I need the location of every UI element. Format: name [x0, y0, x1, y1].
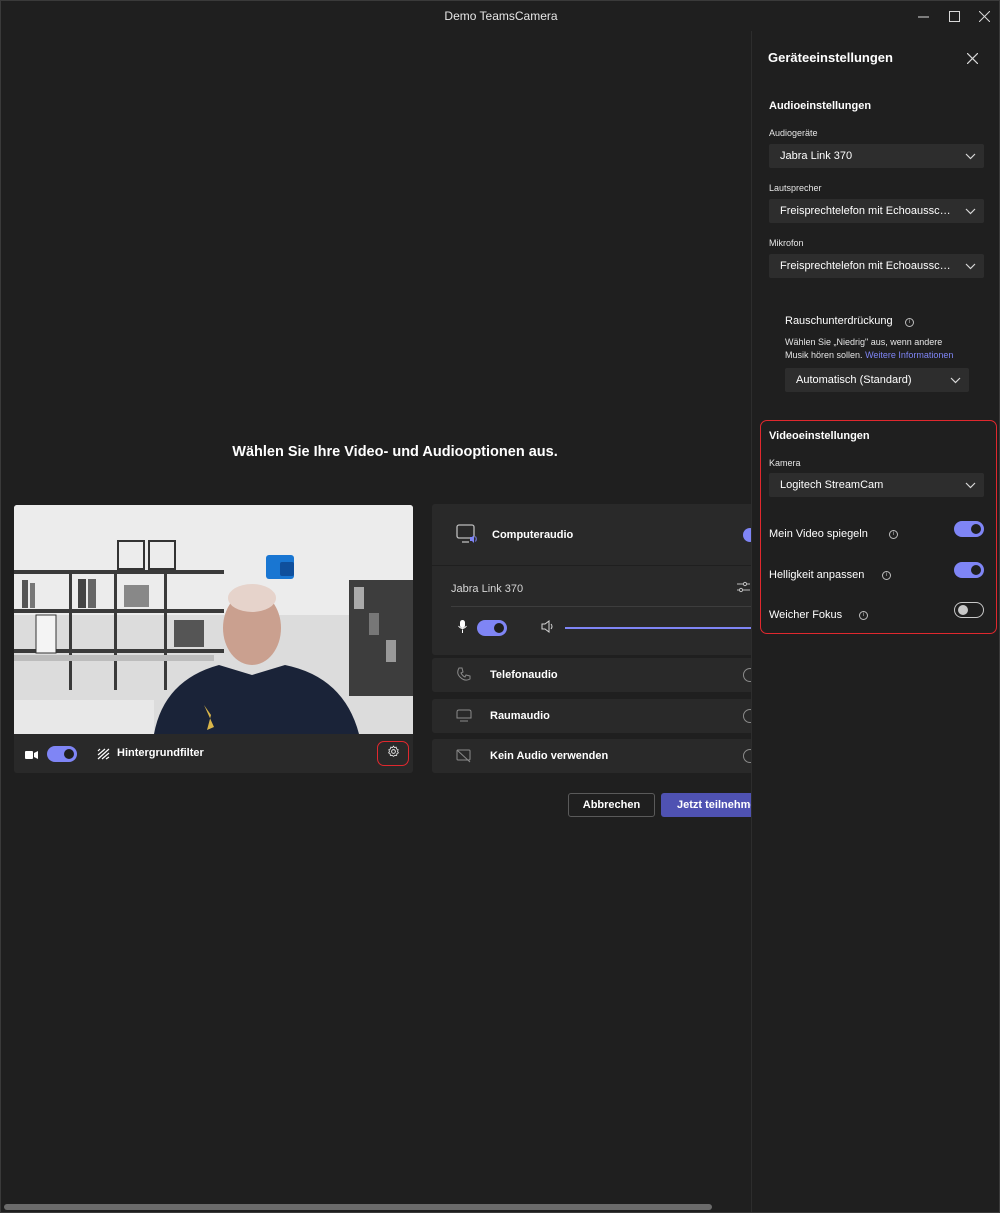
noise-desc-text: Musik hören sollen.	[785, 350, 863, 360]
microphone-value: Freisprechtelefon mit Echoausschaltung	[780, 260, 952, 272]
horizontal-scrollbar[interactable]	[4, 1204, 712, 1210]
camera-select[interactable]: Logitech StreamCam	[769, 473, 984, 497]
audio-devices-value: Jabra Link 370	[780, 150, 853, 162]
panel-title: Geräteeinstellungen	[768, 50, 893, 65]
audio-devices-label: Audiogeräte	[769, 128, 818, 138]
mirror-video-toggle[interactable]	[954, 521, 984, 537]
device-settings-button[interactable]	[377, 741, 409, 766]
noise-suppression-select[interactable]: Automatisch (Standard)	[785, 368, 969, 392]
speaker-select[interactable]: Freisprechtelefon mit Echoausschaltung	[769, 199, 984, 223]
speaker-value: Freisprechtelefon mit Echoausschaltung	[780, 205, 952, 217]
device-divider	[451, 606, 751, 607]
minimize-icon[interactable]	[913, 7, 933, 25]
brightness-label: Helligkeit anpassen	[769, 569, 865, 581]
close-panel-icon[interactable]	[966, 51, 979, 69]
camera-value: Logitech StreamCam	[780, 479, 884, 491]
audio-settings-heading: Audioeinstellungen	[769, 100, 872, 112]
background-filter-label[interactable]: Hintergrundfilter	[117, 747, 204, 759]
camera-preview	[14, 505, 413, 734]
noise-suppression-value: Automatisch (Standard)	[796, 374, 912, 386]
mirror-video-label: Mein Video spiegeln	[769, 528, 868, 540]
page-heading: Wählen Sie Ihre Video- und Audiooptionen…	[232, 444, 558, 460]
microphone-label: Mikrofon	[769, 238, 804, 248]
room-audio-radio[interactable]	[743, 709, 751, 723]
camera-toggle[interactable]	[47, 746, 77, 762]
window-title: Demo TeamsCamera	[444, 9, 558, 23]
camera-icon	[25, 747, 38, 765]
speaker-volume-icon	[541, 620, 555, 638]
noise-suppression-desc: Wählen Sie „Niedrig" aus, wenn andere	[785, 337, 943, 347]
cancel-button[interactable]: Abbrechen	[568, 793, 655, 817]
computer-audio-selected-icon	[743, 528, 751, 542]
prejoin-main: Wählen Sie Ihre Video- und Audiooptionen…	[1, 31, 751, 1212]
device-settings-panel: Geräteeinstellungen Audioeinstellungen A…	[751, 31, 999, 1212]
no-audio-option[interactable]: Kein Audio verwenden	[432, 739, 751, 773]
audio-device-settings-icon[interactable]	[737, 581, 750, 599]
info-icon[interactable]: i	[889, 530, 898, 539]
audio-device-name: Jabra Link 370	[451, 583, 524, 595]
microphone-select[interactable]: Freisprechtelefon mit Echoausschaltung	[769, 254, 984, 278]
speaker-label: Lautsprecher	[769, 183, 822, 193]
no-audio-label: Kein Audio verwenden	[490, 750, 609, 762]
info-icon[interactable]: i	[905, 318, 914, 327]
close-window-icon[interactable]	[974, 7, 994, 25]
no-audio-radio[interactable]	[743, 749, 751, 763]
gear-icon	[387, 744, 400, 763]
phone-icon	[456, 667, 471, 687]
chevron-down-icon	[965, 259, 976, 277]
chevron-down-icon	[965, 149, 976, 167]
computer-audio-card[interactable]: Computeraudio Jabra Link 370	[432, 504, 751, 655]
phone-audio-radio[interactable]	[743, 668, 751, 682]
soft-focus-toggle[interactable]	[954, 602, 984, 618]
noise-suppression-title: Rauschunterdrückung	[785, 315, 893, 327]
volume-slider[interactable]	[565, 627, 751, 629]
soft-focus-label: Weicher Fokus	[769, 609, 843, 621]
background-filter-icon	[97, 747, 110, 765]
more-info-link[interactable]: Weitere Informationen	[865, 350, 953, 360]
room-audio-label: Raumaudio	[490, 710, 550, 722]
chevron-down-icon	[965, 204, 976, 222]
microphone-icon	[458, 620, 467, 638]
phone-audio-option[interactable]: Telefonaudio	[432, 658, 751, 692]
video-preview-card: Hintergrundfilter	[14, 505, 413, 773]
computer-audio-label: Computeraudio	[492, 529, 574, 541]
join-now-button[interactable]: Jetzt teilnehmen	[661, 793, 751, 817]
video-controls-bar: Hintergrundfilter	[14, 734, 413, 773]
camera-label: Kamera	[769, 458, 801, 468]
title-bar: Demo TeamsCamera	[1, 1, 999, 31]
maximize-icon[interactable]	[944, 7, 964, 25]
room-audio-option[interactable]: Raumaudio	[432, 699, 751, 733]
no-audio-icon	[456, 749, 472, 768]
phone-audio-label: Telefonaudio	[490, 669, 558, 681]
info-icon[interactable]: i	[882, 571, 891, 580]
computer-audio-icon	[456, 524, 478, 551]
microphone-toggle[interactable]	[477, 620, 507, 636]
chevron-down-icon	[965, 478, 976, 496]
video-settings-heading: Videoeinstellungen	[769, 430, 870, 442]
chevron-down-icon	[950, 373, 961, 391]
brightness-toggle[interactable]	[954, 562, 984, 578]
room-audio-icon	[456, 709, 472, 727]
app-window: Demo TeamsCamera Wählen Sie Ihre Video- …	[0, 0, 1000, 1213]
info-icon[interactable]: i	[859, 611, 868, 620]
audio-devices-select[interactable]: Jabra Link 370	[769, 144, 984, 168]
noise-suppression-desc-2: Musik hören sollen. Weitere Informatione…	[785, 350, 953, 360]
card-divider	[432, 565, 751, 566]
